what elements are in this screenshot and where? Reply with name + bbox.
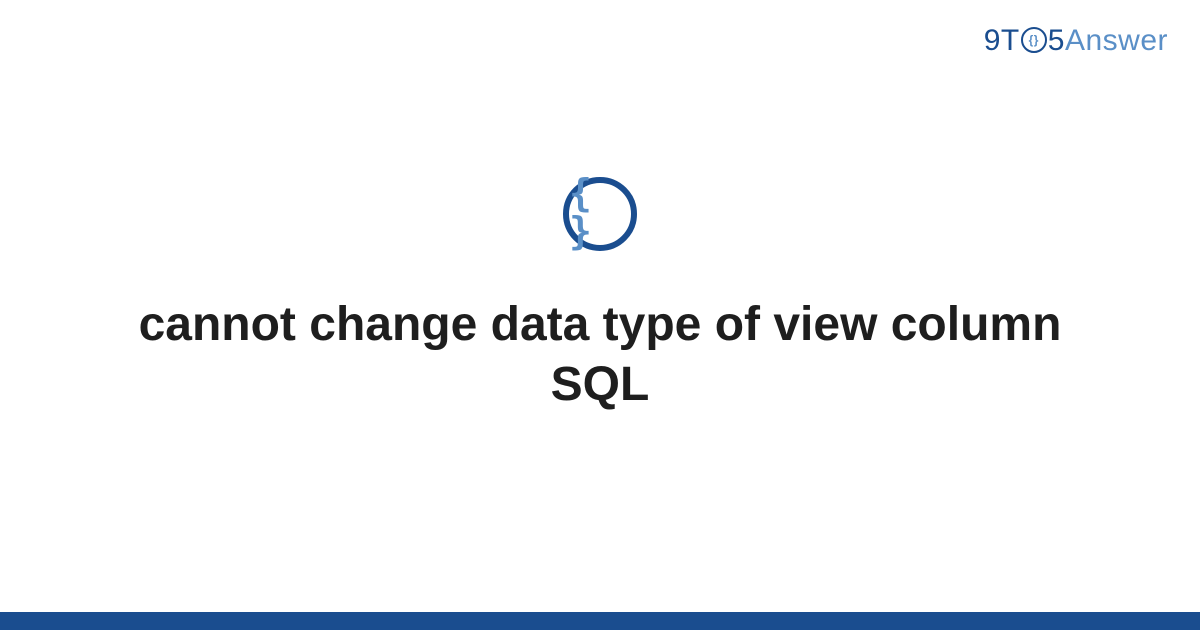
footer-accent-bar: [0, 612, 1200, 630]
brand-circle-inner: {}: [1029, 34, 1039, 46]
page-title: cannot change data type of view column S…: [100, 295, 1100, 415]
braces-glyph: { }: [569, 174, 631, 250]
main-content: { } cannot change data type of view colu…: [0, 177, 1200, 415]
code-braces-icon: { }: [563, 177, 637, 251]
brand-text-9t: 9T: [984, 24, 1020, 58]
brand-logo[interactable]: 9T {} 5 Answer: [984, 24, 1168, 58]
brand-circle-icon: {}: [1021, 27, 1047, 53]
brand-text-answer: Answer: [1065, 24, 1168, 58]
brand-text-5: 5: [1048, 24, 1065, 58]
